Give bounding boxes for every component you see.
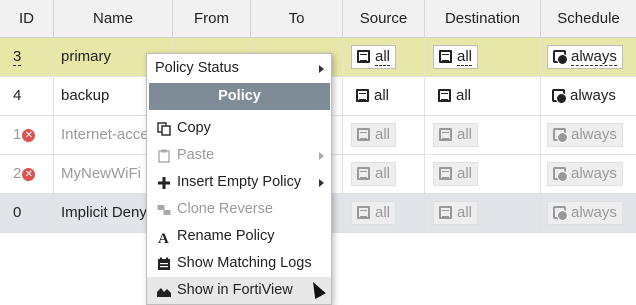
area-chart-icon [157,288,171,297]
menu-item-insert-empty-policy[interactable]: Insert Empty Policy [147,169,331,196]
address-icon [356,89,369,102]
menu-item-paste[interactable]: Paste [147,142,331,169]
column-header-to[interactable]: To [251,0,343,38]
chevron-right-icon [319,152,324,160]
schedule-chip[interactable]: always [547,45,623,69]
address-icon [439,206,452,219]
menu-item-clone-reverse[interactable]: Clone Reverse [147,196,331,223]
column-header-from[interactable]: From [173,0,251,38]
rename-icon: A [158,231,169,244]
schedule-icon [552,89,567,104]
svg-text:A: A [158,231,169,244]
address-icon [357,206,370,219]
policy-id: 3 [13,48,22,66]
address-icon [357,50,370,63]
schedule-icon [553,206,568,221]
column-header-schedule[interactable]: Schedule [541,0,636,38]
error-icon: ✕ [22,129,36,142]
paste-icon [158,149,170,163]
context-menu: Policy Status Policy Copy Paste Insert E… [146,53,332,305]
address-icon [438,89,451,102]
address-icon [357,128,370,141]
source-chip[interactable]: all [351,85,394,109]
schedule-chip[interactable]: always [547,123,623,147]
policy-id: 2 [13,165,22,182]
plus-icon [158,177,170,189]
policy-id: 0 [0,194,54,232]
chevron-right-icon [319,179,324,187]
source-chip[interactable]: all [351,123,397,147]
table-header: ID Name From To Source Destination Sched… [0,0,636,38]
schedule-icon [553,167,568,182]
schedule-chip[interactable]: always [547,85,621,109]
address-icon [439,167,452,180]
column-header-source[interactable]: Source [343,0,425,38]
address-icon [439,50,452,63]
schedule-icon [553,128,568,143]
menu-item-copy[interactable]: Copy [147,115,331,142]
destination-chip[interactable]: all [433,162,479,186]
column-header-name[interactable]: Name [54,0,173,38]
column-header-id[interactable]: ID [0,0,54,38]
column-header-destination[interactable]: Destination [425,0,541,38]
error-icon: ✕ [22,168,36,181]
address-icon [357,167,370,180]
policy-id: 4 [0,77,54,115]
menu-item-rename-policy[interactable]: A Rename Policy [147,223,331,250]
logs-icon [158,257,170,270]
clone-reverse-icon [157,205,171,215]
destination-chip[interactable]: all [433,123,479,147]
copy-icon [157,122,171,136]
menu-item-policy-status[interactable]: Policy Status [147,55,331,82]
menu-item-show-matching-logs[interactable]: Show Matching Logs [147,250,331,277]
menu-section-header: Policy [149,83,330,110]
address-icon [439,128,452,141]
schedule-chip[interactable]: always [547,162,623,186]
destination-chip[interactable]: all [433,45,479,69]
source-chip[interactable]: all [351,201,397,225]
menu-item-show-in-fortiview[interactable]: Show in FortiView [147,277,331,304]
destination-chip[interactable]: all [433,85,476,109]
policy-id: 1 [13,126,22,143]
schedule-chip[interactable]: always [547,201,623,225]
source-chip[interactable]: all [351,45,397,69]
destination-chip[interactable]: all [433,201,479,225]
schedule-icon [553,50,568,65]
source-chip[interactable]: all [351,162,397,186]
chevron-right-icon [319,65,324,73]
